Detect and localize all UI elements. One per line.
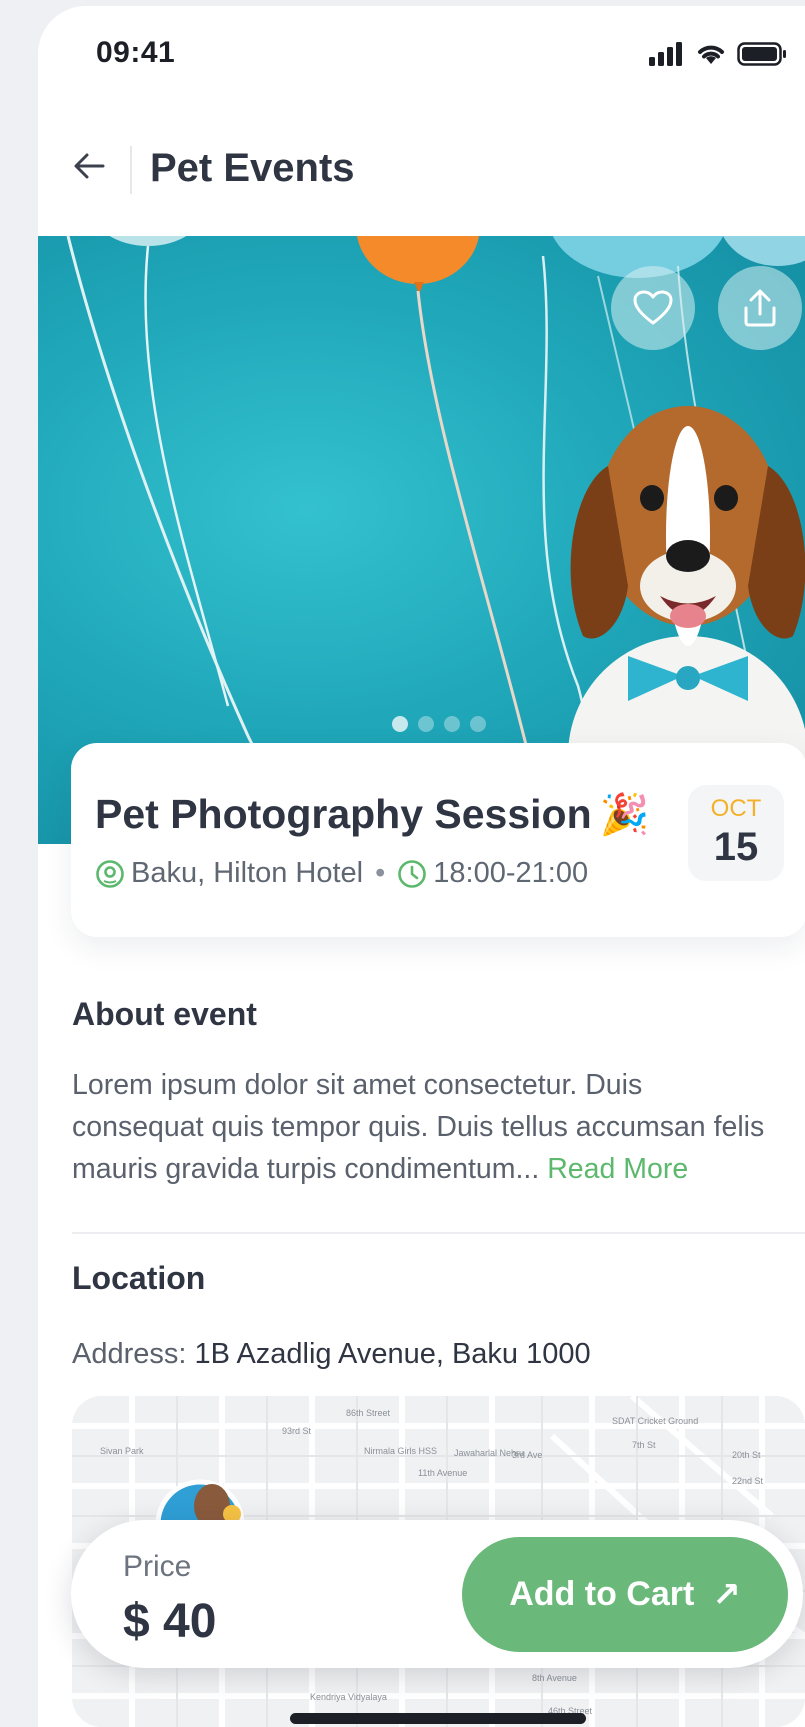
read-more-link[interactable]: Read More xyxy=(547,1153,688,1185)
add-to-cart-button[interactable]: Add to Cart ↗ xyxy=(462,1537,788,1652)
address: Address: 1B Azadlig Avenue, Baku 1000 xyxy=(72,1338,591,1371)
event-time: 18:00-21:00 xyxy=(433,857,589,889)
address-label: Address: xyxy=(72,1338,187,1370)
map-label: Sivan Park xyxy=(100,1446,144,1456)
about-text: Lorem ipsum dolor sit amet consectetur. … xyxy=(72,1064,772,1190)
map-label: Nirmala Girls HSS xyxy=(364,1446,437,1456)
arrow-left-icon xyxy=(74,153,105,179)
map-label: 93rd St xyxy=(282,1426,312,1436)
map-label: 8th Avenue xyxy=(532,1673,577,1683)
map-label: Jawaharlal Nehru xyxy=(454,1448,524,1458)
event-meta: Baku, Hilton Hotel • 18:00-21:00 xyxy=(95,857,588,890)
date-day: 15 xyxy=(713,825,759,869)
location-pin-icon xyxy=(96,859,124,888)
pagination-dot[interactable] xyxy=(470,716,486,732)
map-label: 20th St xyxy=(732,1450,761,1460)
heart-icon xyxy=(633,290,673,325)
purchase-bar: Price $ 40 Add to Cart ↗ xyxy=(71,1520,803,1668)
price-value: $ 40 xyxy=(123,1595,217,1648)
add-to-cart-label: Add to Cart xyxy=(509,1575,695,1613)
meta-separator: • xyxy=(375,857,386,889)
home-indicator[interactable] xyxy=(290,1713,586,1724)
page-title: Pet Events xyxy=(150,146,355,190)
event-info-card: Pet Photography Session 🎉 Baku, Hilton Ho… xyxy=(71,743,805,937)
map-label: 7th St xyxy=(632,1440,656,1450)
map-label: 22nd St xyxy=(732,1476,764,1486)
party-popper-icon: 🎉 xyxy=(599,793,650,837)
gallery-pagination xyxy=(392,716,486,732)
address-value: 1B Azadlig Avenue, Baku 1000 xyxy=(194,1338,591,1370)
event-title-text: Pet Photography Session xyxy=(95,791,592,837)
signal-icon xyxy=(649,42,682,66)
date-badge: OCT 15 xyxy=(688,785,784,881)
back-button[interactable] xyxy=(72,149,106,183)
section-divider xyxy=(72,1232,805,1234)
favorite-button[interactable] xyxy=(611,266,695,350)
event-title: Pet Photography Session 🎉 xyxy=(95,791,649,838)
map-label: Kendriya Vidyalaya xyxy=(310,1692,387,1702)
location-title: Location xyxy=(72,1260,206,1296)
wifi-icon xyxy=(698,45,724,64)
status-time: 09:41 xyxy=(96,36,176,69)
map-label: 86th Street xyxy=(346,1408,391,1418)
clock-icon xyxy=(398,859,427,888)
map-label: SDAT Cricket Ground xyxy=(612,1416,698,1426)
arrow-up-right-icon: ↗ xyxy=(712,1575,741,1614)
event-location: Baku, Hilton Hotel xyxy=(131,857,364,889)
pagination-dot[interactable] xyxy=(444,716,460,732)
about-title: About event xyxy=(72,996,257,1032)
pagination-dot[interactable] xyxy=(418,716,434,732)
price-label: Price xyxy=(123,1550,192,1583)
share-button[interactable] xyxy=(718,266,802,350)
header-divider xyxy=(130,146,132,194)
phone-screen: 09:41 Pet Events Pet Photography Session… xyxy=(38,6,805,1727)
map-label: 11th Avenue xyxy=(418,1468,467,1478)
share-icon xyxy=(744,289,776,327)
date-month: OCT xyxy=(710,795,762,822)
status-icons xyxy=(649,42,787,66)
battery-icon xyxy=(737,42,786,66)
pagination-dot[interactable] xyxy=(392,716,408,732)
